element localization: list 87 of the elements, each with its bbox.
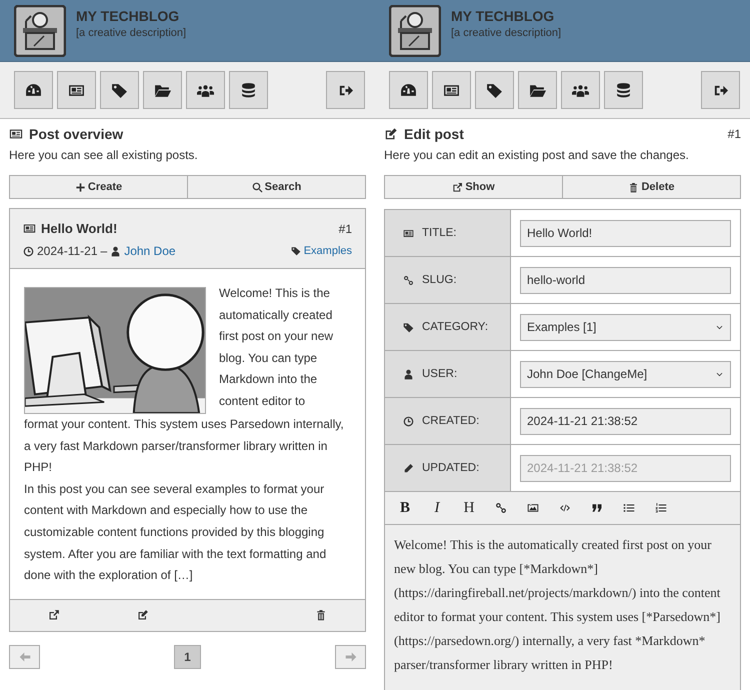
newspaper-icon <box>403 228 414 238</box>
link-icon <box>495 502 507 514</box>
post-number: #1 <box>338 222 352 236</box>
pencil-icon <box>403 462 414 474</box>
post-excerpt: Welcome! This is the automatically created first post on your new blog. You can type Markdown into the content editor to <box>219 285 334 410</box>
nav-button[interactable] <box>518 71 557 109</box>
select-field[interactable]: Examples [1] <box>520 314 731 340</box>
nav-button[interactable] <box>57 71 96 109</box>
nav-button[interactable] <box>432 71 471 109</box>
list-icon <box>623 502 635 514</box>
post-title: Hello World! <box>41 221 118 236</box>
italic-button[interactable]: I <box>422 494 452 522</box>
nav-button[interactable] <box>100 71 139 109</box>
clock-icon <box>23 246 34 256</box>
left-arrow-icon <box>18 650 30 663</box>
clock-icon <box>403 416 414 426</box>
database-icon <box>240 82 257 98</box>
nav-button[interactable] <box>186 71 225 109</box>
post-excerpt: In this post you can see several examples to format your content with Markdown and especially how to use the customizable content functions provided by this blogging system. After you are familiar with the text formatting and done with the exploration of […] <box>24 480 328 584</box>
dashboard-icon <box>400 82 417 98</box>
separator: – <box>100 244 108 258</box>
page-title: Post overview <box>29 126 124 142</box>
newspaper-icon <box>23 222 36 235</box>
nav-button[interactable] <box>561 71 600 109</box>
content-editor[interactable]: Welcome! This is the automatically created first post on your new blog. You can type [*Markdown*](https://daringfireball.net/projects/markdown/) into the content editor to format your content. This system uses [*Parsedown*](https://parsedown.org/) internally, a very fast *Markdown* parser/transformer library written in PHP! <box>385 525 740 690</box>
site-description: [a creative description] <box>76 26 186 41</box>
logo-icon <box>389 5 441 57</box>
show-button[interactable]: Show <box>385 176 563 198</box>
edit-icon <box>384 127 398 141</box>
category-link[interactable]: Examples <box>304 245 352 257</box>
author-link[interactable]: John Doe <box>124 244 176 258</box>
logo-icon <box>14 5 66 57</box>
text-field[interactable]: hello-world <box>520 266 731 294</box>
nav-button[interactable] <box>143 71 182 109</box>
delete-button[interactable]: Delete <box>563 176 740 198</box>
field-label: UPDATED: <box>422 462 480 474</box>
field-label: CATEGORY: <box>422 321 488 333</box>
nav-button[interactable] <box>389 71 428 109</box>
site-title: MY TECHBLOG <box>451 7 556 25</box>
post-excerpt: format your content. This system uses Parsedown internally, a very fast Markdown parser/transformer library written in PHP! <box>24 416 345 476</box>
search-button[interactable]: Search <box>188 176 365 198</box>
create-button[interactable]: Create <box>10 176 188 198</box>
edit-icon <box>137 609 150 622</box>
tags-icon <box>111 82 128 98</box>
logout-button[interactable] <box>701 71 740 109</box>
site-title: MY TECHBLOG <box>76 7 180 25</box>
field-label: SLUG: <box>422 274 457 286</box>
external-link-icon <box>48 609 60 622</box>
text-field[interactable]: 2024-11-21 21:38:52 <box>520 408 731 434</box>
code-icon <box>559 502 571 514</box>
page-subtitle: Here you can see all existing posts. <box>9 147 199 163</box>
nav-button[interactable] <box>475 71 514 109</box>
dashboard-icon <box>25 82 42 98</box>
nav-button[interactable] <box>604 71 643 109</box>
post-date: 2024-11-21 <box>37 244 98 258</box>
nav-button[interactable] <box>14 71 53 109</box>
bold-button[interactable]: B <box>390 494 420 522</box>
quote-icon <box>591 502 603 514</box>
search-icon <box>252 182 263 192</box>
field-label: CREATED: <box>422 415 480 427</box>
tag-icon <box>403 322 414 332</box>
post-number: #1 <box>728 127 741 141</box>
user-icon <box>403 368 414 380</box>
user-icon <box>110 246 122 256</box>
logout-button[interactable] <box>326 71 365 109</box>
select-field[interactable]: John Doe [ChangeMe] <box>520 360 731 388</box>
newspaper-icon <box>9 127 23 141</box>
site-description: [a creative description] <box>451 26 562 41</box>
text-field[interactable]: Hello World! <box>520 220 731 246</box>
tag-icon <box>290 246 301 256</box>
numbered-list-icon <box>655 502 667 514</box>
right-arrow-icon <box>344 650 356 663</box>
database-icon <box>615 82 632 98</box>
page-title: Edit post <box>404 126 464 142</box>
page-button[interactable]: 1 <box>174 644 201 669</box>
heading-button[interactable]: H <box>454 494 484 522</box>
link-icon <box>403 274 414 286</box>
page-subtitle: Here you can edit an existing post and save the changes. <box>384 147 690 163</box>
plus-icon <box>74 182 86 192</box>
field-label: USER: <box>422 368 458 380</box>
trash-icon <box>314 609 327 622</box>
nav-button[interactable] <box>229 71 268 109</box>
trash-icon <box>628 182 640 192</box>
external-link-icon <box>452 182 464 192</box>
field-label: TITLE: <box>422 227 457 239</box>
image-icon <box>527 502 539 514</box>
tags-icon <box>486 82 503 98</box>
